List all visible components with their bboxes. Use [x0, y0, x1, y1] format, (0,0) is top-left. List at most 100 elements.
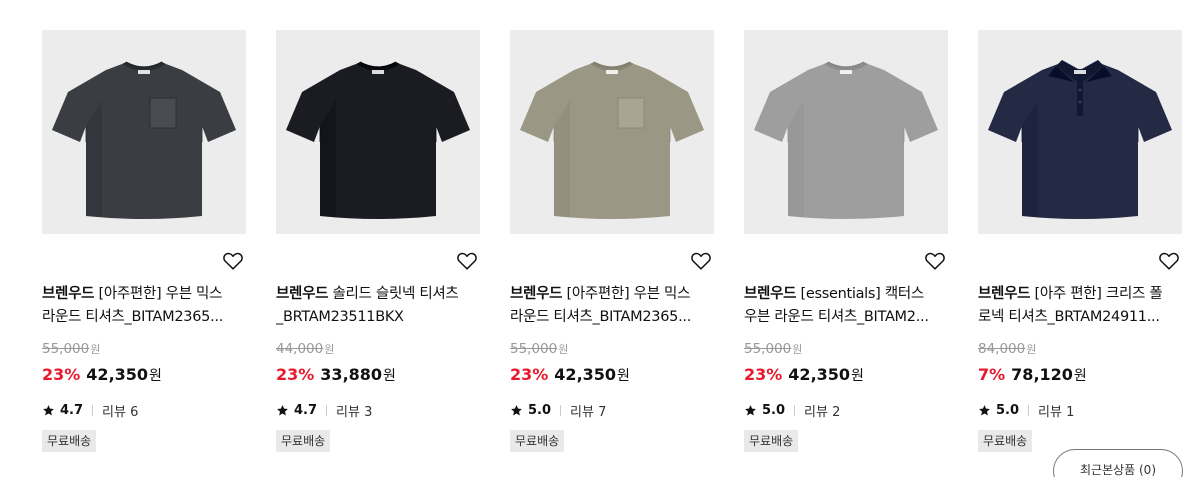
sale-price: 23% 42,350원	[42, 365, 162, 385]
original-price: 55,000원	[42, 341, 100, 357]
product-image[interactable]	[42, 30, 246, 234]
product-image[interactable]	[744, 30, 948, 234]
original-price-value: 55,000	[42, 341, 90, 357]
original-price-value: 55,000	[744, 341, 792, 357]
wishlist-heart-icon[interactable]	[690, 250, 712, 272]
product-name-line2: 로넥 티셔츠_BRTAM24911...	[978, 309, 1160, 325]
rating-score: 4.7	[60, 403, 84, 418]
sale-price-value: 78,120	[1011, 365, 1073, 384]
rating-score: 5.0	[528, 403, 552, 418]
product-card-1[interactable]: 브렌우드 [아주편한] 우븐 믹스 라운드 티셔츠_BITAM2365... 5…	[42, 30, 246, 452]
original-price-value: 84,000	[978, 341, 1026, 357]
original-price-value: 44,000	[276, 341, 324, 357]
original-price-value: 55,000	[510, 341, 558, 357]
sale-price-currency: 원	[851, 368, 864, 384]
original-price-currency: 원	[558, 343, 569, 356]
product-title[interactable]: 브렌우드 [아주 편한] 크리즈 폴 로넥 티셔츠_BRTAM24911...	[978, 283, 1182, 329]
brand-name: 브렌우드	[978, 286, 1031, 302]
product-title[interactable]: 브렌우드 [essentials] 캑터스 우븐 라운드 티셔츠_BITAM2.…	[744, 283, 948, 329]
original-price-currency: 원	[792, 343, 803, 356]
original-price: 55,000원	[744, 341, 802, 357]
product-card-3[interactable]: 브렌우드 [아주편한] 우븐 믹스 라운드 티셔츠_BITAM2365... 5…	[510, 30, 714, 452]
product-name-line2: 우븐 라운드 티셔츠_BITAM2...	[744, 309, 929, 325]
original-price-currency: 원	[1026, 343, 1037, 356]
wishlist-heart-icon[interactable]	[456, 250, 478, 272]
discount-rate: 23%	[276, 365, 315, 384]
star-icon	[979, 405, 990, 416]
product-name-line1: [아주편한] 우븐 믹스	[562, 286, 691, 302]
review-count: 리뷰 3	[336, 405, 373, 420]
free-shipping-badge: 무료배송	[978, 430, 1033, 452]
discount-rate: 23%	[510, 365, 549, 384]
discount-rate: 23%	[744, 365, 783, 384]
product-card-2[interactable]: 브렌우드 솔리드 슬릿넥 티셔츠 _BRTAM23511BKX 44,000원 …	[276, 30, 480, 452]
discount-rate: 23%	[42, 365, 81, 384]
original-price: 44,000원	[276, 341, 334, 357]
sale-price-value: 42,350	[86, 365, 149, 384]
product-card-5[interactable]: 브렌우드 [아주 편한] 크리즈 폴 로넥 티셔츠_BRTAM24911... …	[978, 30, 1182, 452]
product-name-line1: [아주편한] 우븐 믹스	[94, 286, 223, 302]
wishlist-heart-icon[interactable]	[1158, 250, 1180, 272]
rating-score: 5.0	[996, 403, 1020, 418]
product-image[interactable]	[978, 30, 1182, 234]
wishlist-heart-icon[interactable]	[222, 250, 244, 272]
rating-row: 5.0 리뷰 2	[744, 401, 840, 420]
sale-price: 23% 33,880원	[276, 365, 396, 385]
original-price-currency: 원	[324, 343, 335, 356]
product-name-line1: [아주 편한] 크리즈 폴	[1030, 286, 1163, 302]
star-icon	[511, 405, 522, 416]
rating-row: 4.7 리뷰 6	[42, 401, 138, 420]
rating-score: 4.7	[294, 403, 318, 418]
sale-price-value: 42,350	[554, 365, 617, 384]
divider	[560, 405, 562, 416]
divider	[794, 405, 796, 416]
star-icon	[43, 405, 54, 416]
product-card-4[interactable]: 브렌우드 [essentials] 캑터스 우븐 라운드 티셔츠_BITAM2.…	[744, 30, 948, 452]
sale-price: 23% 42,350원	[744, 365, 864, 385]
sale-price-currency: 원	[617, 368, 630, 384]
original-price-currency: 원	[90, 343, 101, 356]
product-image[interactable]	[510, 30, 714, 234]
rating-row: 4.7 리뷰 3	[276, 401, 372, 420]
review-count: 리뷰 2	[804, 405, 841, 420]
review-count: 리뷰 7	[570, 405, 607, 420]
free-shipping-badge: 무료배송	[276, 430, 331, 452]
free-shipping-badge: 무료배송	[42, 430, 97, 452]
sale-price-value: 33,880	[320, 365, 383, 384]
star-icon	[277, 405, 288, 416]
brand-name: 브렌우드	[42, 286, 95, 302]
sale-price-currency: 원	[383, 368, 396, 384]
product-name-line2: _BRTAM23511BKX	[276, 309, 404, 325]
wishlist-heart-icon[interactable]	[924, 250, 946, 272]
sale-price-currency: 원	[149, 368, 162, 384]
discount-rate: 7%	[978, 365, 1006, 384]
sale-price: 23% 42,350원	[510, 365, 630, 385]
divider	[92, 405, 94, 416]
brand-name: 브렌우드	[510, 286, 563, 302]
product-name-line1: 솔리드 슬릿넥 티셔츠	[328, 286, 459, 302]
sale-price-currency: 원	[1073, 368, 1087, 384]
original-price: 84,000원	[978, 341, 1036, 357]
product-grid: 브렌우드 [아주편한] 우븐 믹스 라운드 티셔츠_BITAM2365... 5…	[42, 30, 1182, 452]
rating-row: 5.0 리뷰 1	[978, 401, 1074, 420]
product-title[interactable]: 브렌우드 [아주편한] 우븐 믹스 라운드 티셔츠_BITAM2365...	[510, 283, 714, 329]
rating-row: 5.0 리뷰 7	[510, 401, 606, 420]
recent-viewed-button[interactable]: 최근본상품 (0)	[1053, 449, 1183, 477]
divider	[326, 405, 328, 416]
product-title[interactable]: 브렌우드 솔리드 슬릿넥 티셔츠 _BRTAM23511BKX	[276, 283, 480, 329]
original-price: 55,000원	[510, 341, 568, 357]
product-name-line2: 라운드 티셔츠_BITAM2365...	[42, 309, 224, 325]
product-image[interactable]	[276, 30, 480, 234]
brand-name: 브렌우드	[276, 286, 329, 302]
brand-name: 브렌우드	[744, 286, 797, 302]
star-icon	[745, 405, 756, 416]
free-shipping-badge: 무료배송	[744, 430, 799, 452]
review-count: 리뷰 6	[102, 405, 139, 420]
product-title[interactable]: 브렌우드 [아주편한] 우븐 믹스 라운드 티셔츠_BITAM2365...	[42, 283, 246, 329]
free-shipping-badge: 무료배송	[510, 430, 565, 452]
product-name-line1: [essentials] 캑터스	[796, 286, 924, 302]
review-count: 리뷰 1	[1038, 405, 1075, 420]
rating-score: 5.0	[762, 403, 786, 418]
sale-price: 7% 78,120원	[978, 365, 1087, 385]
sale-price-value: 42,350	[788, 365, 851, 384]
